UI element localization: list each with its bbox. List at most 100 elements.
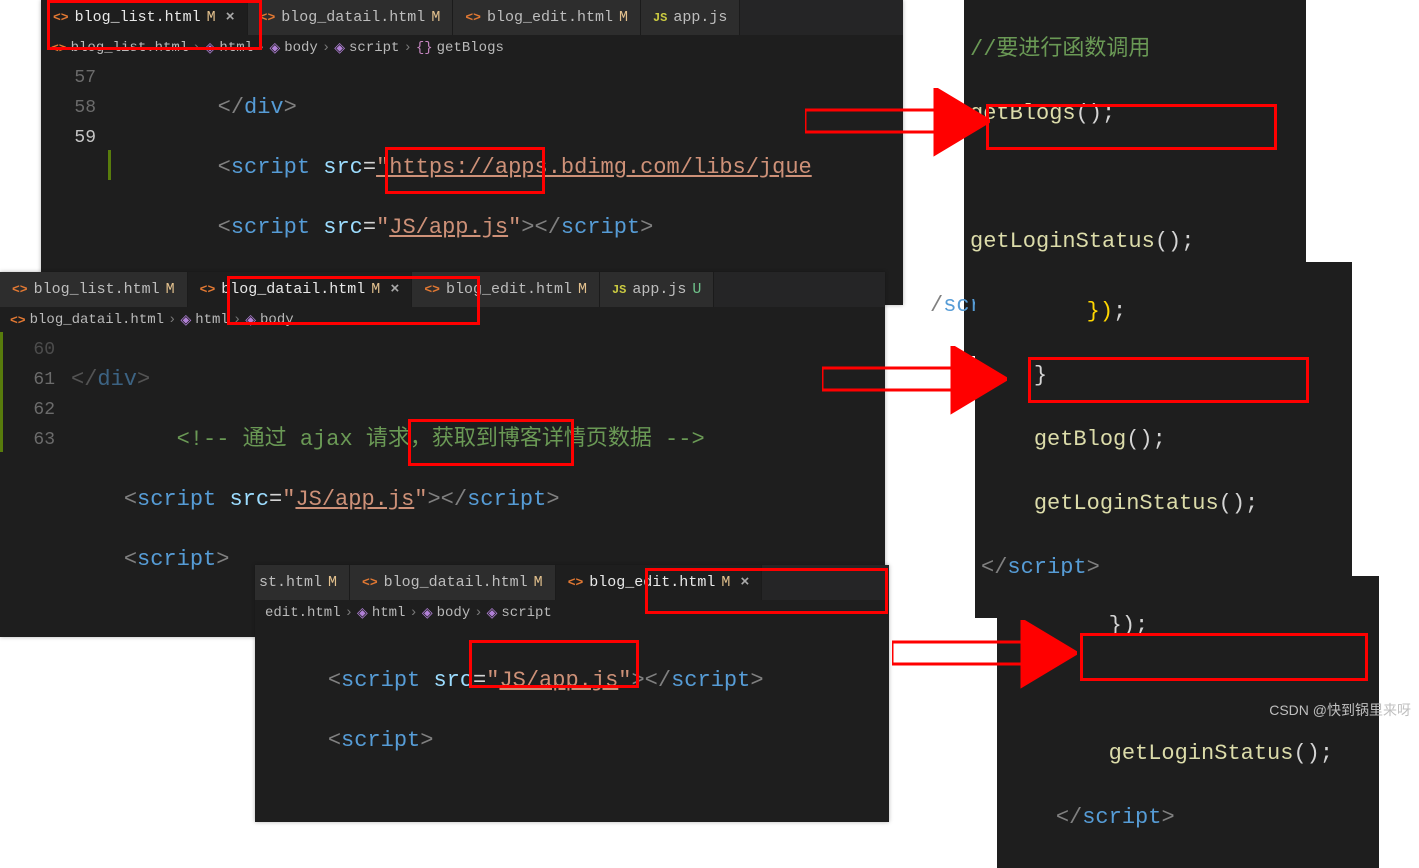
cube-icon: ◈	[269, 40, 280, 57]
code-line[interactable]: </div>	[112, 93, 812, 123]
code-line[interactable]: getBlog();	[981, 424, 1346, 456]
html-icon: <>	[51, 41, 67, 56]
close-icon[interactable]: ×	[740, 574, 749, 591]
code-line[interactable]: });	[981, 296, 1346, 328]
crumb[interactable]: script	[349, 40, 399, 56]
html-icon: <>	[10, 313, 26, 328]
line-number: 63	[0, 425, 55, 455]
code-area[interactable]: 57 58 59 </div> <script src="https://app…	[41, 61, 903, 305]
tab-label: blog_edit.html	[487, 9, 613, 26]
html-icon: <>	[568, 575, 584, 590]
crumb[interactable]: html	[195, 312, 229, 328]
code-line[interactable]: getLoginStatus();	[1003, 738, 1373, 770]
git-gutter-modified	[0, 332, 3, 452]
tab-blog-list[interactable]: <> blog_list.html M	[0, 272, 188, 307]
code-line[interactable]: <script src="JS/app.js"></script>	[275, 666, 764, 696]
html-icon: <>	[424, 282, 440, 297]
code-line[interactable]: <script src="JS/app.js"></script>	[112, 213, 812, 243]
modified-flag: M	[431, 9, 440, 26]
editor-block-1: <> blog_list.html M × <> blog_datail.htm…	[41, 0, 903, 305]
untracked-flag: U	[692, 281, 701, 298]
code-line[interactable]: getLoginStatus();	[981, 488, 1346, 520]
crumb[interactable]: html	[372, 605, 406, 621]
editor-block-3: st.html M <> blog_datail.html M <> blog_…	[255, 565, 889, 822]
html-icon: <>	[260, 10, 276, 25]
close-icon[interactable]: ×	[226, 9, 235, 26]
code-line[interactable]: <script>	[275, 726, 764, 756]
tab-label: blog_list.html	[75, 9, 201, 26]
code-line[interactable]: </script>	[1003, 802, 1373, 834]
tab-blog-datail[interactable]: <> blog_datail.html M ×	[188, 272, 413, 307]
tab-blog-datail[interactable]: <> blog_datail.html M	[248, 0, 454, 35]
tab-label: blog_edit.html	[589, 574, 715, 591]
line-number: 59	[41, 123, 96, 153]
code-line[interactable]: //要进行函数调用	[970, 34, 1300, 66]
code-line[interactable]: </div>	[71, 365, 705, 395]
crumb[interactable]: getBlogs	[437, 40, 504, 56]
crumb[interactable]: blog_list.html	[71, 40, 189, 56]
code-line[interactable]: <!-- 通过 ajax 请求，获取到博客详情页数据 -->	[71, 425, 705, 455]
code-snippet-3: }); getLoginStatus(); </script>	[997, 576, 1379, 868]
crumb[interactable]: body	[260, 312, 294, 328]
crumb[interactable]: edit.html	[265, 605, 341, 621]
tab-blog-edit[interactable]: <> blog_edit.html M	[412, 272, 600, 307]
tab-partial[interactable]: st.html M	[255, 565, 350, 600]
tab-bar: st.html M <> blog_datail.html M <> blog_…	[255, 565, 889, 600]
crumb[interactable]: blog_datail.html	[30, 312, 164, 328]
cube-icon: ◈	[487, 605, 498, 622]
breadcrumb: <> blog_list.html› ◈ html› ◈ body› ◈ scr…	[41, 35, 903, 61]
modified-flag: M	[619, 9, 628, 26]
tab-blog-datail[interactable]: <> blog_datail.html M	[350, 565, 556, 600]
modified-flag: M	[721, 574, 730, 591]
line-number: 60	[0, 335, 55, 365]
tab-blog-list[interactable]: <> blog_list.html M ×	[41, 0, 248, 35]
tab-appjs[interactable]: JS app.js U	[600, 272, 714, 307]
tab-label: blog_list.html	[34, 281, 160, 298]
method-icon: {}	[416, 40, 433, 56]
code-line[interactable]: <script src="https://apps.bdimg.com/libs…	[112, 153, 812, 183]
code-area[interactable]: <script src="JS/app.js"></script> <scrip…	[255, 626, 889, 822]
code-line[interactable]: }	[981, 360, 1346, 392]
tab-label: blog_edit.html	[446, 281, 572, 298]
git-gutter-modified	[108, 150, 111, 180]
line-number: 57	[41, 63, 96, 93]
code-line[interactable]: <script src="JS/app.js"></script>	[71, 485, 705, 515]
close-icon[interactable]: ×	[390, 281, 399, 298]
code-line[interactable]: });	[1003, 610, 1373, 642]
tab-label: app.js	[632, 281, 686, 298]
cube-icon: ◈	[245, 312, 256, 329]
tab-label: st.html	[259, 574, 322, 591]
tab-label: blog_datail.html	[384, 574, 528, 591]
code-lines[interactable]: </div> <script src="https://apps.bdimg.c…	[112, 61, 812, 305]
code-lines[interactable]: <script src="JS/app.js"></script> <scrip…	[275, 634, 764, 818]
crumb[interactable]: body	[284, 40, 318, 56]
tab-blog-edit[interactable]: <> blog_edit.html M ×	[556, 565, 763, 600]
code-line[interactable]: getLoginStatus();	[970, 226, 1300, 258]
tab-bar: <> blog_list.html M × <> blog_datail.htm…	[41, 0, 903, 35]
cube-icon: ◈	[357, 605, 368, 622]
line-number: 62	[0, 395, 55, 425]
modified-flag: M	[207, 9, 216, 26]
modified-flag: M	[371, 281, 380, 298]
tab-appjs[interactable]: JS app.js	[641, 0, 740, 35]
js-icon: JS	[653, 11, 667, 25]
tab-blog-edit[interactable]: <> blog_edit.html M	[453, 0, 641, 35]
code-snippet-2: }); } getBlog(); getLoginStatus(); </scr…	[975, 262, 1352, 618]
crumb[interactable]: body	[437, 605, 471, 621]
tab-label: blog_datail.html	[221, 281, 365, 298]
tab-bar: <> blog_list.html M <> blog_datail.html …	[0, 272, 885, 307]
modified-flag: M	[578, 281, 587, 298]
gutter: 60 61 62 63	[0, 333, 71, 637]
code-line[interactable]: getBlogs();	[970, 98, 1300, 130]
html-icon: <>	[465, 10, 481, 25]
crumb[interactable]: script	[501, 605, 551, 621]
code-line[interactable]	[970, 162, 1300, 194]
cube-icon: ◈	[334, 40, 345, 57]
breadcrumb: edit.html› ◈ html› ◈ body› ◈ script	[255, 600, 889, 626]
html-icon: <>	[53, 10, 69, 25]
crumb[interactable]: html	[219, 40, 253, 56]
tab-label: app.js	[673, 9, 727, 26]
html-icon: <>	[12, 282, 28, 297]
modified-flag: M	[166, 281, 175, 298]
cube-icon: ◈	[422, 605, 433, 622]
